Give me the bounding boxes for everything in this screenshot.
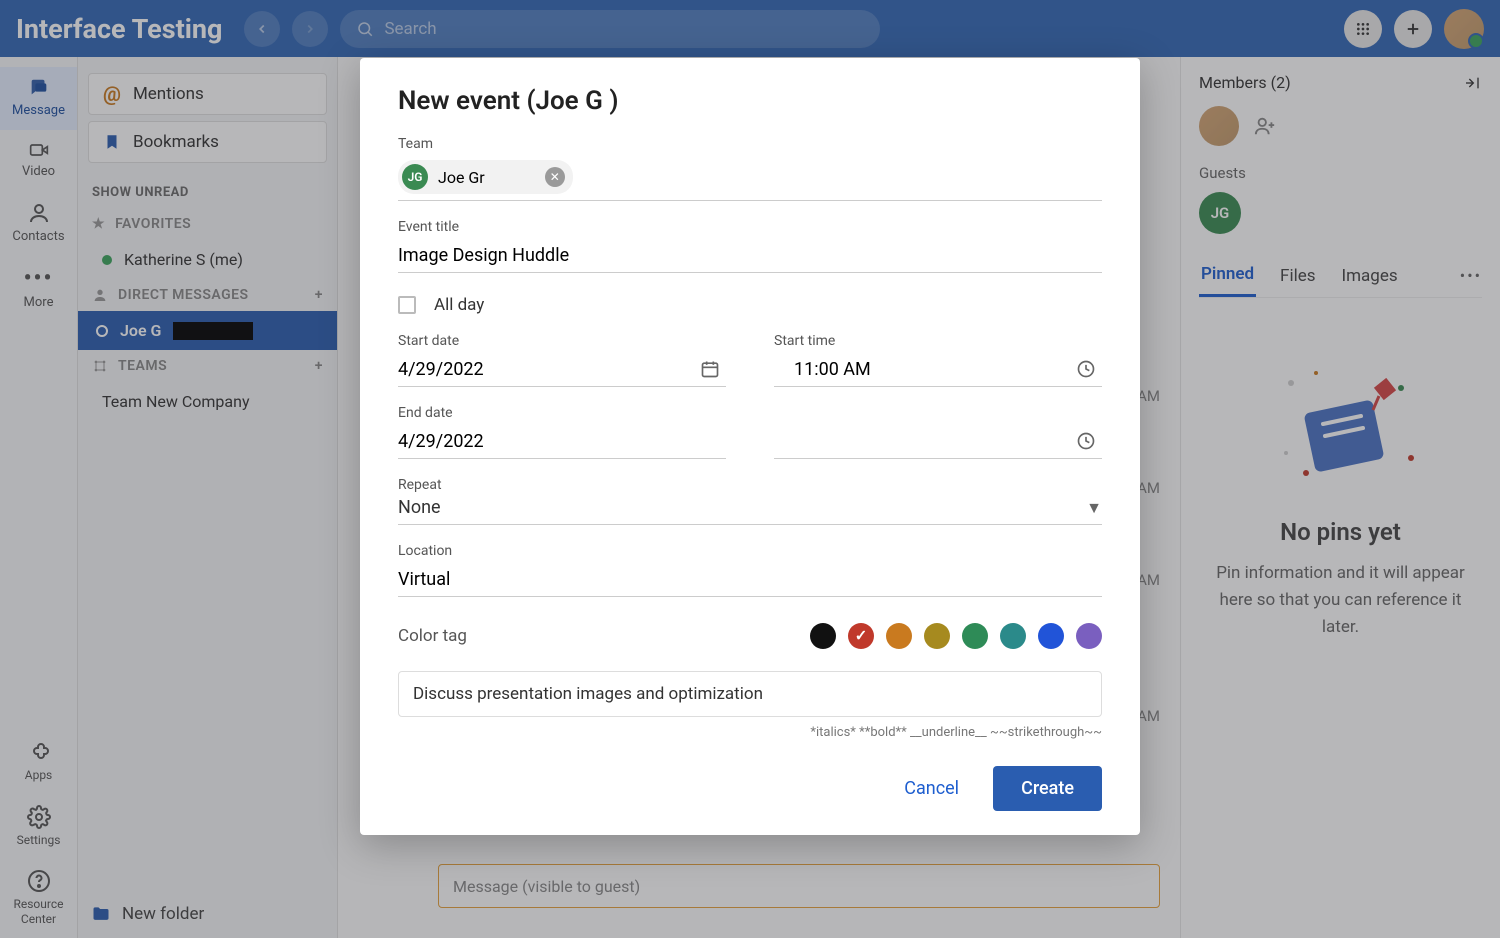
color-swatch[interactable] bbox=[1000, 623, 1026, 649]
all-day-checkbox[interactable] bbox=[398, 296, 416, 314]
start-time-input[interactable] bbox=[774, 353, 1102, 387]
color-swatch[interactable] bbox=[810, 623, 836, 649]
modal-scrim[interactable]: New event (Joe G ) Team JG Joe Gr ✕ Even… bbox=[0, 0, 1500, 938]
start-date-input[interactable] bbox=[398, 353, 726, 387]
color-swatch[interactable] bbox=[848, 623, 874, 649]
start-date-label: Start date bbox=[398, 333, 726, 349]
end-time-input[interactable] bbox=[774, 425, 1102, 459]
repeat-select[interactable]: None ▼ bbox=[398, 497, 1102, 525]
color-swatches bbox=[810, 623, 1102, 649]
modal-title: New event (Joe G ) bbox=[398, 86, 1102, 116]
format-hint: *italics* **bold** __underline__ ~~strik… bbox=[398, 725, 1102, 740]
location-label: Location bbox=[398, 543, 1102, 559]
chevron-down-icon: ▼ bbox=[1086, 498, 1102, 518]
create-button[interactable]: Create bbox=[993, 766, 1102, 811]
color-swatch[interactable] bbox=[924, 623, 950, 649]
clock-icon[interactable] bbox=[1076, 431, 1096, 451]
team-chip: JG Joe Gr ✕ bbox=[398, 160, 573, 194]
description-text: Discuss presentation images and optimiza… bbox=[413, 684, 763, 704]
location-input[interactable] bbox=[398, 563, 1102, 597]
remove-team-chip-button[interactable]: ✕ bbox=[545, 167, 565, 187]
repeat-value: None bbox=[398, 497, 441, 518]
end-time-label bbox=[774, 405, 1102, 421]
color-swatch[interactable] bbox=[1038, 623, 1064, 649]
team-chip-avatar: JG bbox=[402, 164, 428, 190]
clock-icon[interactable] bbox=[1076, 359, 1096, 379]
color-tag-label: Color tag bbox=[398, 626, 467, 646]
end-date-input[interactable] bbox=[398, 425, 726, 459]
all-day-label: All day bbox=[434, 295, 484, 315]
cancel-button[interactable]: Cancel bbox=[898, 768, 965, 809]
calendar-icon[interactable] bbox=[700, 359, 720, 379]
description-input[interactable]: Discuss presentation images and optimiza… bbox=[398, 671, 1102, 717]
event-title-input[interactable] bbox=[398, 239, 1102, 273]
color-swatch[interactable] bbox=[962, 623, 988, 649]
color-swatch[interactable] bbox=[1076, 623, 1102, 649]
team-chip-name: Joe Gr bbox=[438, 168, 485, 187]
repeat-label: Repeat bbox=[398, 477, 1102, 493]
team-field-label: Team bbox=[398, 136, 1102, 152]
event-title-label: Event title bbox=[398, 219, 1102, 235]
color-swatch[interactable] bbox=[886, 623, 912, 649]
start-time-label: Start time bbox=[774, 333, 1102, 349]
end-date-label: End date bbox=[398, 405, 726, 421]
new-event-modal: New event (Joe G ) Team JG Joe Gr ✕ Even… bbox=[360, 58, 1140, 835]
